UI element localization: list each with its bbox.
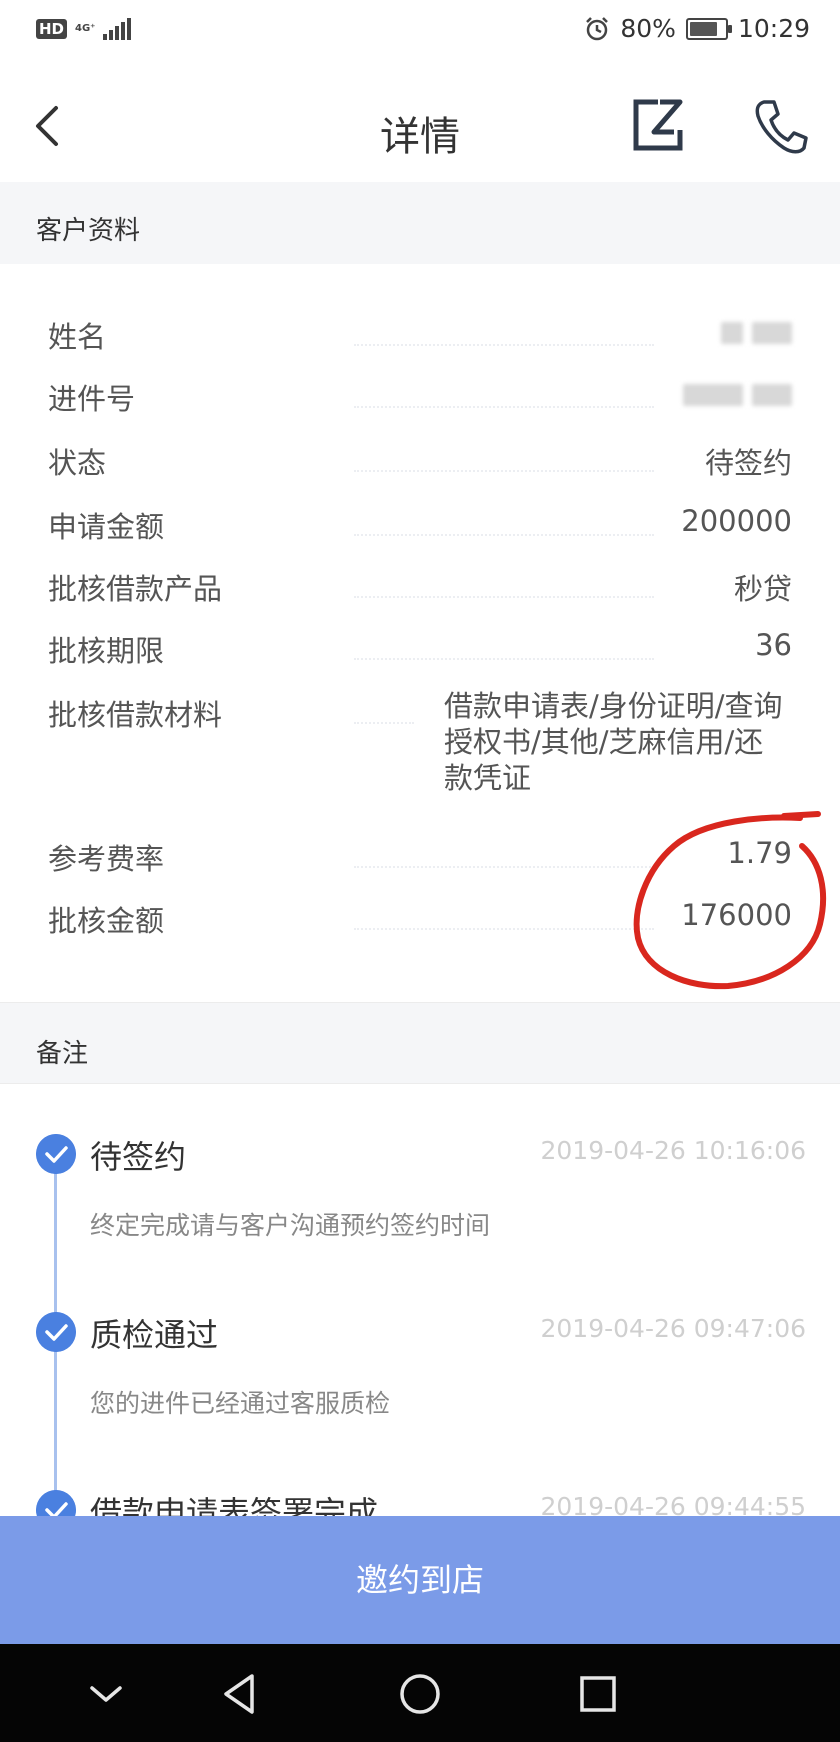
timeline-time: 2019-04-26 09:44:55 — [540, 1492, 806, 1516]
timeline-desc: 终定完成请与客户沟通预约签约时间 — [90, 1211, 491, 1240]
timeline-title: 借款申请表签署完成 — [90, 1494, 379, 1516]
info-value: 200000 — [681, 504, 792, 538]
timeline-time: 2019-04-26 10:16:06 — [540, 1136, 806, 1165]
info-label: 进件号 — [48, 382, 136, 416]
info-row-status: 状态 待签约 — [48, 440, 792, 490]
status-right: 80% 10:29 — [584, 14, 810, 43]
customer-info: 姓名 进件号 状态 待签约 申请金额 200000 批核借款产品 秒贷 批核期限… — [0, 264, 840, 1002]
check-circle-icon — [36, 1490, 76, 1516]
chevron-down-icon[interactable] — [80, 1668, 132, 1720]
info-value: 1.79 — [727, 836, 792, 870]
info-label: 批核借款产品 — [48, 572, 223, 606]
info-label: 状态 — [48, 446, 107, 480]
battery-icon — [685, 17, 732, 40]
info-value: 待签约 — [704, 446, 792, 480]
page-title: 详情 — [380, 114, 460, 160]
system-nav-bar — [0, 1644, 840, 1742]
status-bar: HD 4G⁺ 80% 10:29 — [0, 0, 840, 68]
info-row-application-no: 进件号 — [48, 376, 792, 426]
info-value: 借款申请表/身份证明/查询授权书/其他/芝麻信用/还款凭证 — [444, 689, 783, 795]
timeline-title: 待签约 — [90, 1138, 187, 1176]
nav-home-circle-icon[interactable] — [394, 1668, 446, 1720]
nav-back-triangle-icon[interactable] — [214, 1668, 266, 1720]
info-value: 176000 — [681, 898, 792, 932]
info-value: 36 — [755, 628, 792, 662]
name-value-redacted — [720, 314, 792, 348]
info-label: 申请金额 — [48, 510, 165, 544]
check-circle-icon — [36, 1312, 76, 1352]
timeline-title: 质检通过 — [90, 1316, 219, 1354]
info-value: 秒贷 — [733, 572, 792, 606]
alarm-icon — [586, 16, 609, 40]
nav-header: 详情 — [0, 68, 840, 182]
info-label: 姓名 — [48, 320, 107, 354]
timeline: 待签约 2019-04-26 10:16:06 终定完成请与客户沟通预约签约时间… — [0, 1084, 840, 1516]
phone-icon[interactable] — [752, 96, 808, 156]
info-row-apply-amount: 申请金额 200000 — [48, 504, 792, 554]
info-label: 参考费率 — [48, 842, 165, 876]
nav-recents-square-icon[interactable] — [572, 1668, 624, 1720]
info-row-name: 姓名 — [48, 314, 792, 364]
timeline-time: 2019-04-26 09:47:06 — [540, 1314, 806, 1343]
info-row-term: 批核期限 36 — [48, 628, 792, 678]
status-left: HD 4G⁺ — [36, 18, 132, 40]
info-row-materials: 批核借款材料 借款申请表/身份证明/查询授权书/其他/芝麻信用/还款凭证 — [48, 689, 792, 812]
info-row-rate: 参考费率 1.79 — [48, 836, 792, 886]
info-row-product: 批核借款产品 秒贷 — [48, 566, 792, 616]
info-label: 批核期限 — [48, 634, 165, 668]
timeline-desc: 您的进件已经通过客服质检 — [90, 1389, 391, 1418]
application-no-redacted — [682, 376, 792, 410]
check-circle-icon — [36, 1134, 76, 1174]
battery-percent: 80% — [620, 14, 676, 43]
signal-icon — [103, 18, 132, 40]
customer-section-header: 客户资料 — [0, 182, 840, 264]
info-label: 批核借款材料 — [48, 698, 223, 732]
clock: 10:29 — [737, 14, 810, 43]
network-type: 4G⁺ — [75, 23, 96, 34]
hd-badge: HD — [36, 19, 68, 39]
info-label: 批核金额 — [48, 904, 165, 938]
invite-to-store-button[interactable]: 邀约到店 — [0, 1516, 840, 1644]
edit-icon[interactable] — [630, 96, 688, 154]
info-row-approved-amount: 批核金额 176000 — [48, 898, 792, 948]
remarks-section-header: 备注 — [0, 1002, 840, 1084]
